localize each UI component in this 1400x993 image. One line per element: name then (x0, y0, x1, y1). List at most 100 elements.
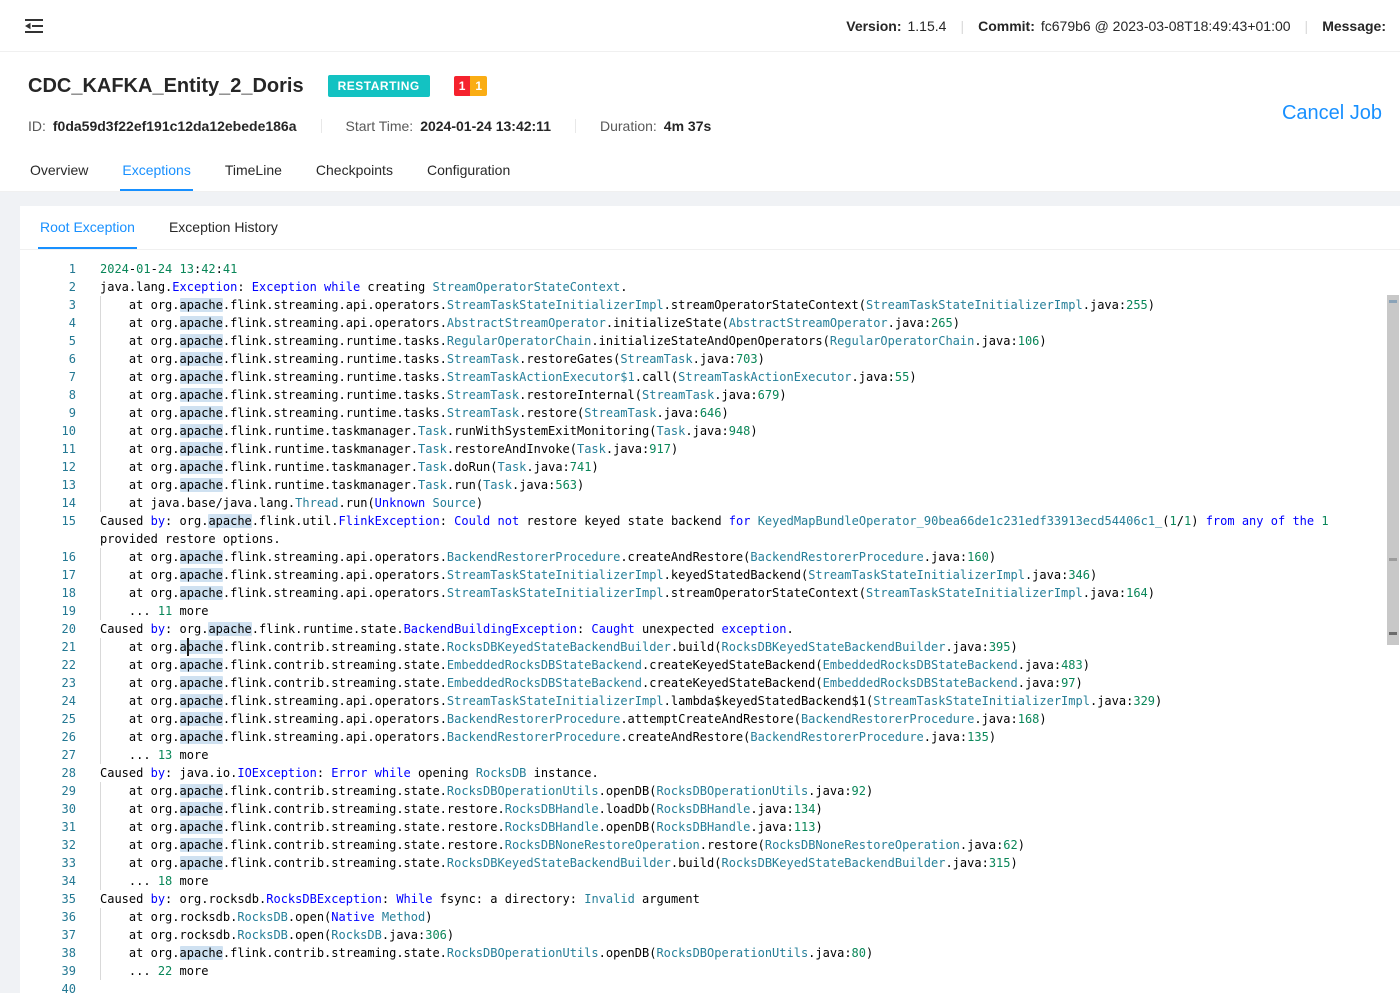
editor-line[interactable]: 23 at org.apache.flink.contrib.streaming… (20, 674, 1400, 692)
editor-line[interactable]: 7 at org.apache.flink.streaming.runtime.… (20, 368, 1400, 386)
editor-line[interactable]: 37 at org.rocksdb.RocksDB.open(RocksDB.j… (20, 926, 1400, 944)
line-number[interactable]: 11 (20, 440, 76, 458)
line-number[interactable]: 38 (20, 944, 76, 962)
line-number[interactable]: 31 (20, 818, 76, 836)
line-number[interactable]: 37 (20, 926, 76, 944)
menu-fold-icon[interactable] (20, 12, 48, 40)
editor-line[interactable]: 15 Caused by: org.apache.flink.util.Flink… (20, 512, 1400, 548)
editor-line[interactable]: 10 at org.apache.flink.runtime.taskmanag… (20, 422, 1400, 440)
editor-line[interactable]: 20 Caused by: org.apache.flink.runtime.st… (20, 620, 1400, 638)
editor-line[interactable]: 13 at org.apache.flink.runtime.taskmanag… (20, 476, 1400, 494)
editor-line[interactable]: 5 at org.apache.flink.streaming.runtime.… (20, 332, 1400, 350)
editor-line[interactable]: 40 (20, 980, 1400, 993)
code-text[interactable]: at org.apache.flink.streaming.api.operat… (100, 710, 1380, 728)
code-text[interactable]: at org.apache.flink.streaming.api.operat… (100, 566, 1380, 584)
line-number[interactable]: 14 (20, 494, 76, 512)
line-number[interactable]: 33 (20, 854, 76, 872)
editor-line[interactable]: 3 at org.apache.flink.streaming.api.oper… (20, 296, 1400, 314)
line-number[interactable]: 39 (20, 962, 76, 980)
line-number[interactable]: 30 (20, 800, 76, 818)
line-number[interactable]: 24 (20, 692, 76, 710)
editor-line[interactable]: 39 ... 22 more (20, 962, 1400, 980)
code-text[interactable]: at org.apache.flink.streaming.runtime.ta… (100, 350, 1380, 368)
editor-line[interactable]: 8 at org.apache.flink.streaming.runtime.… (20, 386, 1400, 404)
editor-line[interactable]: 38 at org.apache.flink.contrib.streaming… (20, 944, 1400, 962)
code-text[interactable]: Caused by: org.apache.flink.runtime.stat… (100, 620, 1380, 638)
editor-line[interactable]: 17 at org.apache.flink.streaming.api.ope… (20, 566, 1400, 584)
editor-line[interactable]: 12 at org.apache.flink.runtime.taskmanag… (20, 458, 1400, 476)
line-number[interactable]: 25 (20, 710, 76, 728)
editor-scrollbar[interactable] (1386, 250, 1400, 993)
editor-line[interactable]: 29 at org.apache.flink.contrib.streaming… (20, 782, 1400, 800)
line-number[interactable]: 28 (20, 764, 76, 782)
line-number[interactable]: 16 (20, 548, 76, 566)
code-text[interactable]: at org.rocksdb.RocksDB.open(Native Metho… (100, 908, 1380, 926)
line-number[interactable]: 10 (20, 422, 76, 440)
code-text[interactable]: at org.apache.flink.contrib.streaming.st… (100, 818, 1380, 836)
code-text[interactable]: 2024-01-24 13:42:41 (100, 260, 1380, 278)
line-number[interactable]: 21 (20, 638, 76, 656)
tab-timeline[interactable]: TimeLine (223, 150, 284, 191)
line-number[interactable]: 19 (20, 602, 76, 620)
editor-line[interactable]: 14 at java.base/java.lang.Thread.run(Unk… (20, 494, 1400, 512)
editor-line[interactable]: 30 at org.apache.flink.contrib.streaming… (20, 800, 1400, 818)
editor-line[interactable]: 22 at org.apache.flink.contrib.streaming… (20, 656, 1400, 674)
code-text[interactable]: at org.apache.flink.streaming.runtime.ta… (100, 332, 1380, 350)
code-text[interactable]: java.lang.Exception: Exception while cre… (100, 278, 1380, 296)
subtab-root-exception[interactable]: Root Exception (38, 206, 137, 249)
line-number[interactable]: 32 (20, 836, 76, 854)
code-text[interactable]: Caused by: org.rocksdb.RocksDBException:… (100, 890, 1380, 908)
editor-line[interactable]: 36 at org.rocksdb.RocksDB.open(Native Me… (20, 908, 1400, 926)
line-number[interactable]: 22 (20, 656, 76, 674)
code-text[interactable]: at org.apache.flink.runtime.taskmanager.… (100, 458, 1380, 476)
tab-overview[interactable]: Overview (28, 150, 90, 191)
editor-scrollbar-thumb[interactable] (1387, 295, 1399, 645)
code-text[interactable]: at org.apache.flink.streaming.runtime.ta… (100, 404, 1380, 422)
editor-line[interactable]: 32 at org.apache.flink.contrib.streaming… (20, 836, 1400, 854)
editor-line[interactable]: 21 at org.apache.flink.contrib.streaming… (20, 638, 1400, 656)
code-text[interactable]: at org.apache.flink.runtime.taskmanager.… (100, 476, 1380, 494)
editor-line[interactable]: 24 at org.apache.flink.streaming.api.ope… (20, 692, 1400, 710)
exception-editor[interactable]: 1 2024-01-24 13:42:41 2 java.lang.Exception… (20, 250, 1400, 993)
code-text[interactable]: Caused by: java.io.IOException: Error wh… (100, 764, 1380, 782)
editor-line[interactable]: 2 java.lang.Exception: Exception while cr… (20, 278, 1400, 296)
line-number[interactable]: 18 (20, 584, 76, 602)
code-text[interactable]: at org.apache.flink.contrib.streaming.st… (100, 854, 1380, 872)
code-text[interactable]: at org.apache.flink.streaming.api.operat… (100, 314, 1380, 332)
code-text[interactable]: at org.apache.flink.streaming.api.operat… (100, 296, 1380, 314)
code-text[interactable]: ... 18 more (100, 872, 1380, 890)
code-text[interactable]: at org.apache.flink.contrib.streaming.st… (100, 944, 1380, 962)
editor-line[interactable]: 28 Caused by: java.io.IOException: Error … (20, 764, 1400, 782)
line-number[interactable]: 26 (20, 728, 76, 746)
editor-line[interactable]: 33 at org.apache.flink.contrib.streaming… (20, 854, 1400, 872)
cancel-job-button[interactable]: Cancel Job (1282, 102, 1382, 125)
editor-line[interactable]: 19 ... 11 more (20, 602, 1400, 620)
line-number[interactable]: 27 (20, 746, 76, 764)
line-number[interactable]: 4 (20, 314, 76, 332)
editor-line[interactable]: 18 at org.apache.flink.streaming.api.ope… (20, 584, 1400, 602)
line-number[interactable]: 36 (20, 908, 76, 926)
editor-line[interactable]: 26 at org.apache.flink.streaming.api.ope… (20, 728, 1400, 746)
code-text[interactable]: at org.apache.flink.streaming.api.operat… (100, 692, 1380, 710)
code-text[interactable]: at org.apache.flink.contrib.streaming.st… (100, 638, 1380, 656)
line-number[interactable]: 40 (20, 980, 76, 993)
tab-checkpoints[interactable]: Checkpoints (314, 150, 395, 191)
editor-line[interactable]: 34 ... 18 more (20, 872, 1400, 890)
editor-line[interactable]: 16 at org.apache.flink.streaming.api.ope… (20, 548, 1400, 566)
line-number[interactable]: 8 (20, 386, 76, 404)
code-text[interactable]: at org.apache.flink.streaming.api.operat… (100, 728, 1380, 746)
line-number[interactable]: 34 (20, 872, 76, 890)
tab-configuration[interactable]: Configuration (425, 150, 512, 191)
code-text[interactable]: at org.apache.flink.contrib.streaming.st… (100, 836, 1380, 854)
editor-line[interactable]: 1 2024-01-24 13:42:41 (20, 260, 1400, 278)
editor-line[interactable]: 35 Caused by: org.rocksdb.RocksDBExceptio… (20, 890, 1400, 908)
code-text[interactable]: at org.apache.flink.contrib.streaming.st… (100, 800, 1380, 818)
code-text[interactable]: Caused by: org.apache.flink.util.FlinkEx… (100, 512, 1380, 548)
subtab-exception-history[interactable]: Exception History (167, 206, 280, 249)
line-number[interactable]: 29 (20, 782, 76, 800)
code-text[interactable]: ... 11 more (100, 602, 1380, 620)
editor-line[interactable]: 9 at org.apache.flink.streaming.runtime.… (20, 404, 1400, 422)
code-text[interactable]: at org.apache.flink.streaming.runtime.ta… (100, 386, 1380, 404)
editor-line[interactable]: 25 at org.apache.flink.streaming.api.ope… (20, 710, 1400, 728)
code-text[interactable]: at org.apache.flink.contrib.streaming.st… (100, 782, 1380, 800)
